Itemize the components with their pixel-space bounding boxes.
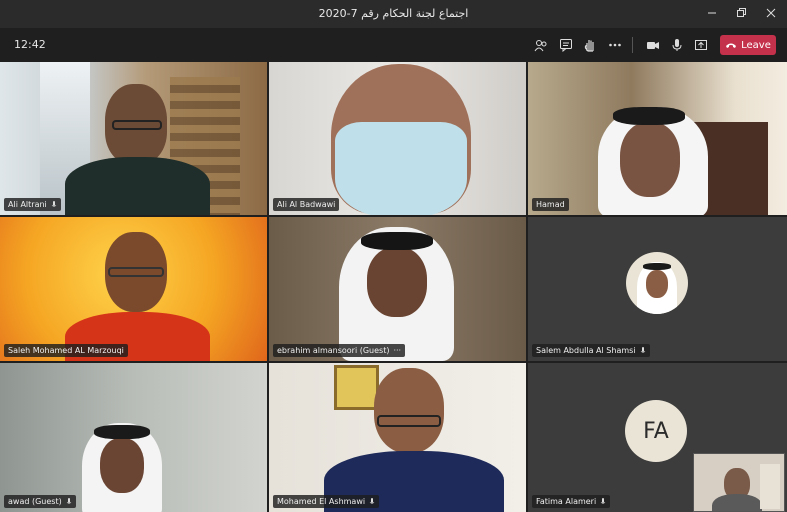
- share-screen-button[interactable]: [690, 35, 712, 55]
- chat-icon: [560, 39, 572, 52]
- leave-button[interactable]: Leave: [720, 35, 776, 55]
- mic-icon: [640, 346, 645, 353]
- video-tile[interactable]: Salem Abdulla Al Shamsi: [528, 217, 787, 361]
- participant-name-tag: ebrahim almansoori (Guest) ···: [273, 344, 406, 357]
- mic-icon: [369, 497, 375, 504]
- raise-hand-icon: [584, 40, 594, 52]
- participant-avatar: [626, 252, 688, 314]
- close-window-button[interactable]: [760, 3, 782, 23]
- teams-meeting-window: اجتماع لجنة الحكام رقم 7-2020 12:42 Leav…: [0, 0, 787, 512]
- participant-name-tag: Hamad: [532, 198, 569, 211]
- mic-icon: [672, 39, 682, 51]
- participant-options-button[interactable]: ···: [393, 346, 401, 355]
- participant-name: Ali Altrani: [8, 200, 47, 209]
- participant-name-tag: Ali Al Badwawi: [273, 198, 340, 211]
- restore-icon: [737, 8, 746, 17]
- video-grid: Ali Altrani Ali Al Badwawi Hamad Saleh M…: [0, 62, 787, 512]
- people-icon: [534, 40, 547, 52]
- camera-button[interactable]: [642, 35, 664, 55]
- video-tile[interactable]: Hamad: [528, 62, 787, 215]
- participant-name: Fatima Alameri: [536, 497, 597, 506]
- chat-button[interactable]: [555, 35, 577, 55]
- maximize-button[interactable]: [730, 3, 752, 23]
- participant-initials-avatar: FA: [625, 400, 687, 462]
- window-title: اجتماع لجنة الحكام رقم 7-2020: [318, 7, 469, 20]
- phone-hangup-icon: [726, 43, 737, 48]
- microphone-button[interactable]: [666, 35, 688, 55]
- participant-name-tag: Salem Abdulla Al Shamsi: [532, 344, 650, 357]
- minimize-button[interactable]: [701, 3, 723, 23]
- participant-name-tag: Fatima Alameri: [532, 495, 611, 508]
- close-icon: [766, 8, 776, 18]
- participant-name: Mohamed El Ashmawi: [277, 497, 366, 506]
- share-icon: [695, 40, 707, 50]
- video-tile[interactable]: ebrahim almansoori (Guest) ···: [269, 217, 526, 361]
- mic-icon: [51, 200, 57, 207]
- participant-name-tag: Saleh Mohamed AL Marzouqi: [4, 344, 128, 357]
- leave-label: Leave: [741, 39, 771, 51]
- participant-name: Saleh Mohamed AL Marzouqi: [8, 346, 124, 355]
- video-tile[interactable]: Mohamed El Ashmawi: [269, 363, 526, 512]
- participant-name-tag: awad (Guest): [4, 495, 76, 508]
- mic-icon: [600, 497, 606, 504]
- camera-icon: [647, 42, 659, 49]
- participant-name: Ali Al Badwawi: [277, 200, 336, 209]
- participant-name: Hamad: [536, 200, 565, 209]
- participant-name-tag: Ali Altrani: [4, 198, 61, 211]
- more-icon: [609, 43, 621, 47]
- participant-name: ebrahim almansoori (Guest): [277, 346, 390, 355]
- video-tile[interactable]: Saleh Mohamed AL Marzouqi: [0, 217, 267, 361]
- participant-name: awad (Guest): [8, 497, 62, 506]
- meeting-duration: 12:42: [14, 38, 46, 51]
- minimize-icon: [708, 12, 716, 14]
- participant-name-tag: Mohamed El Ashmawi: [273, 495, 380, 508]
- toolbar-divider: [632, 37, 633, 53]
- mic-icon: [66, 497, 71, 504]
- more-actions-button[interactable]: [604, 35, 626, 55]
- title-bar: اجتماع لجنة الحكام رقم 7-2020: [0, 0, 787, 28]
- meeting-controls-bar: 12:42: [0, 28, 787, 62]
- participants-button[interactable]: [530, 35, 552, 55]
- video-tile[interactable]: Ali Al Badwawi: [269, 62, 526, 215]
- video-tile[interactable]: Ali Altrani: [0, 62, 267, 215]
- participant-name: Salem Abdulla Al Shamsi: [536, 346, 636, 355]
- self-view-video[interactable]: [693, 453, 785, 512]
- raise-hand-button[interactable]: [579, 35, 601, 55]
- video-tile[interactable]: awad (Guest): [0, 363, 267, 512]
